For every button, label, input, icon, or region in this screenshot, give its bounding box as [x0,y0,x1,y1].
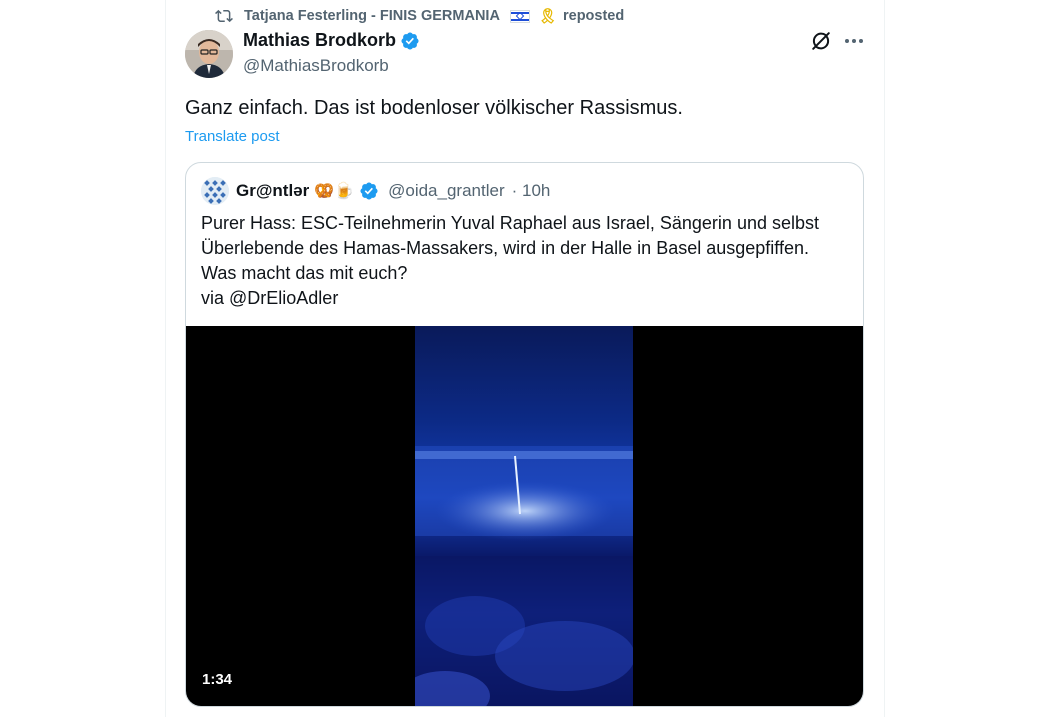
repost-user-label[interactable]: Tatjana Festerling - FINIS GERMANIA [244,8,500,24]
quoted-author-handle[interactable]: @oida_grantler [388,181,505,201]
video-player[interactable]: 1:34 [186,326,863,706]
quoted-text-line: Überlebende des Hamas-Massakers, wird in… [201,238,809,258]
quoted-post-header: Gr@ntlər 🥨🍺 @oida_grantler · 10h [201,177,550,205]
timeline-border-right [884,0,885,717]
grok-icon[interactable] [810,30,832,52]
video-thumbnail [415,326,633,706]
timeline-border-left [165,0,166,717]
repost-suffix: reposted [562,8,625,24]
verified-badge-icon[interactable] [400,31,420,51]
quoted-post-card[interactable]: Gr@ntlər 🥨🍺 @oida_grantler · 10h Purer H… [185,162,864,707]
author-name[interactable]: Mathias Brodkorb [243,30,396,51]
video-duration: 1:34 [202,671,233,688]
translate-post-link[interactable]: Translate post [185,128,280,145]
quoted-text-line: Purer Hass: ESC-Teilnehmerin Yuval Rapha… [201,213,819,233]
quoted-post-text: Purer Hass: ESC-Teilnehmerin Yuval Rapha… [201,211,851,311]
israel-flag-emoji [509,9,530,23]
quoted-text-line: via @DrElioAdler [201,288,339,308]
pretzel-beer-emoji: 🥨🍺 [314,183,355,200]
post-text: Ganz einfach. Das ist bodenloser völkisc… [185,97,683,119]
author-avatar[interactable] [185,30,233,78]
quoted-post-time[interactable]: · 10h [512,181,551,201]
repost-icon [214,6,234,26]
more-options-icon[interactable] [843,30,865,52]
yellow-ribbon-emoji: 🎗 [537,8,557,25]
quoted-author-name[interactable]: Gr@ntlər [236,181,309,201]
quoted-text-line: Was macht das mit euch? [201,263,408,283]
author-name-row[interactable]: Mathias Brodkorb [243,30,420,51]
quoted-verified-badge-icon[interactable] [359,181,379,201]
repost-indicator[interactable]: Tatjana Festerling - FINIS GERMANIA 🎗 re… [214,6,624,26]
quoted-author-avatar[interactable] [201,177,229,205]
author-handle[interactable]: @MathiasBrodkorb [243,56,389,76]
